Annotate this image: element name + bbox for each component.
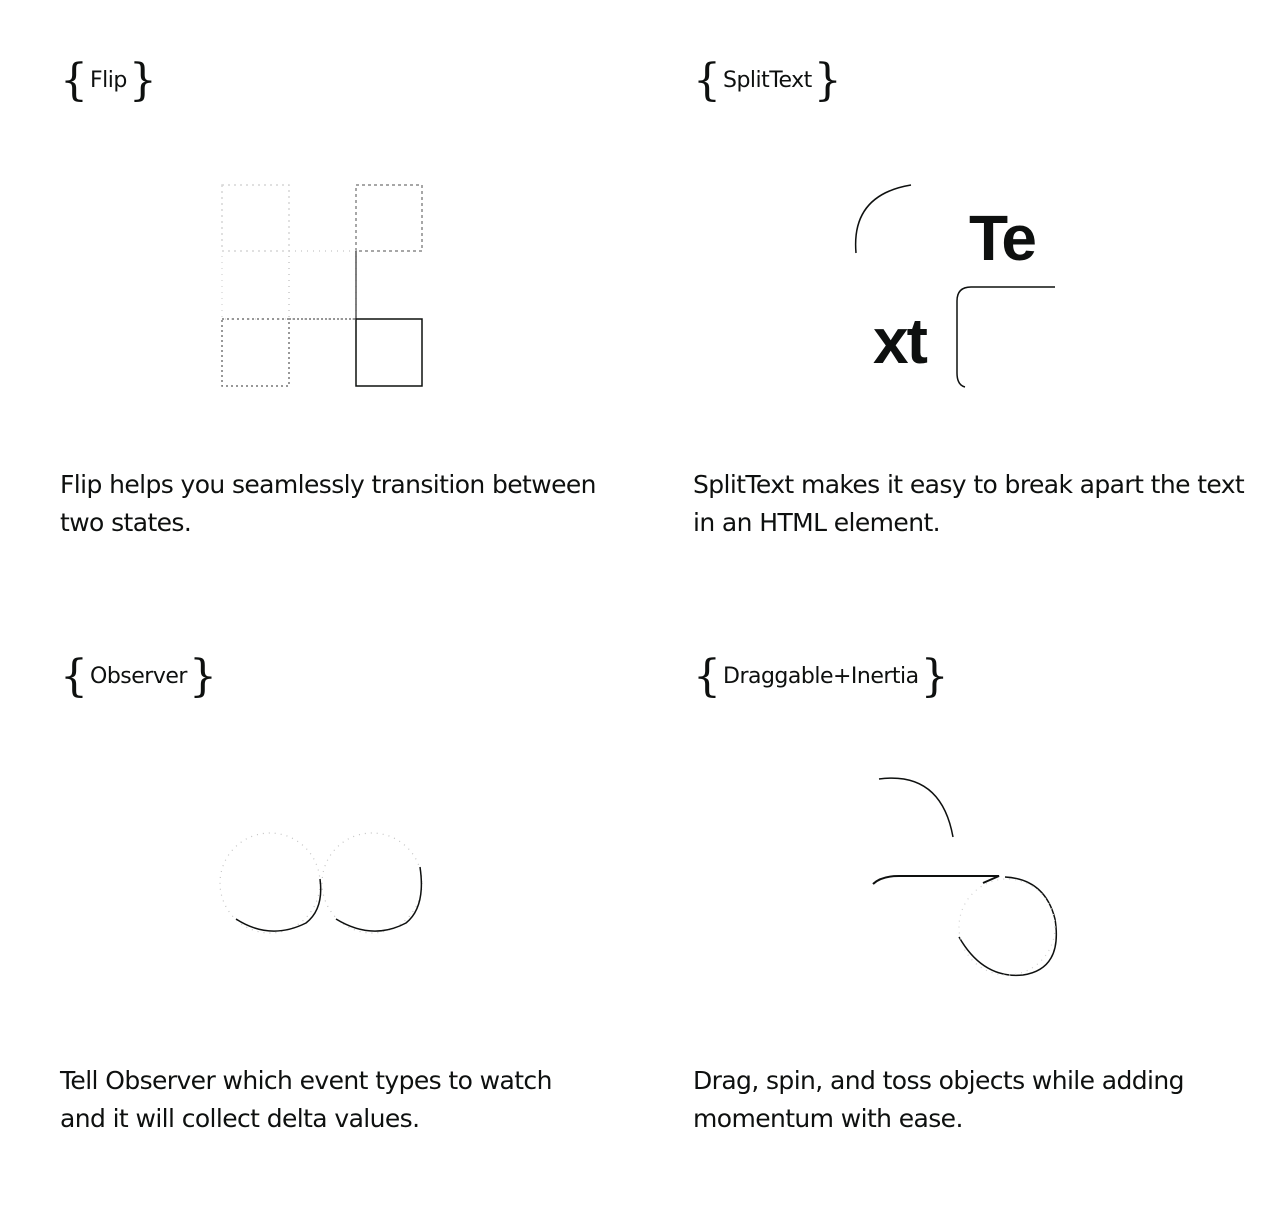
observer-tag[interactable]: { Observer }	[60, 651, 217, 703]
close-brace: }	[128, 55, 157, 106]
splittext-chunk-bottom: xt	[873, 305, 928, 377]
draggable-card[interactable]: { Draggable+Inertia } Drag, spin, and to…	[693, 651, 1253, 1211]
observer-circle-right	[321, 832, 423, 934]
close-brace: }	[920, 651, 949, 702]
flip-square-top-right	[355, 184, 423, 252]
close-brace: }	[813, 55, 842, 106]
observer-circle-left	[219, 832, 321, 934]
draggable-illustration	[872, 777, 1058, 977]
draggable-tag[interactable]: { Draggable+Inertia }	[693, 651, 949, 703]
observer-illustration	[219, 832, 423, 934]
splittext-tag[interactable]: { SplitText }	[693, 55, 842, 107]
splittext-card[interactable]: { SplitText } Te xt SplitText makes it e…	[693, 55, 1253, 615]
splittext-description: SplitText makes it easy to break apart t…	[693, 470, 1245, 537]
open-brace: {	[60, 651, 88, 702]
splittext-illustration: Te xt	[854, 184, 1055, 388]
draggable-description: Drag, spin, and toss objects while addin…	[693, 1066, 1185, 1133]
observer-tag-label: Observer	[90, 664, 187, 689]
draggable-bar	[872, 875, 1000, 885]
splittext-frame	[956, 286, 1055, 388]
open-brace: {	[693, 55, 721, 106]
flip-tag[interactable]: { Flip }	[60, 55, 157, 107]
flip-description: Flip helps you seamlessly transition bet…	[60, 470, 596, 537]
splittext-chunk-top: Te	[969, 202, 1035, 274]
flip-card[interactable]: { Flip } Flip helps you seamlessly trans…	[60, 55, 620, 615]
draggable-arc-top	[878, 777, 954, 838]
observer-arc-left	[235, 878, 322, 932]
splittext-arc-top	[854, 184, 912, 254]
flip-square-bottom-left	[221, 318, 290, 387]
draggable-tag-label: Draggable+Inertia	[723, 664, 919, 689]
flip-tag-label: Flip	[90, 68, 127, 93]
draggable-ghost-circle	[958, 878, 1056, 976]
flip-square-bottom-right	[355, 318, 423, 387]
observer-description: Tell Observer which event types to watch…	[60, 1066, 552, 1133]
splittext-tag-label: SplitText	[723, 68, 812, 93]
flip-square-middle	[288, 250, 357, 320]
observer-card[interactable]: { Observer } Tell Observer which event t…	[60, 651, 620, 1211]
flip-square-top-left	[221, 184, 290, 252]
flip-square-middle-left	[221, 250, 290, 320]
open-brace: {	[60, 55, 88, 106]
open-brace: {	[693, 651, 721, 702]
close-brace: }	[188, 651, 217, 702]
observer-arc-right	[335, 866, 423, 932]
flip-grid-illustration	[221, 184, 423, 387]
